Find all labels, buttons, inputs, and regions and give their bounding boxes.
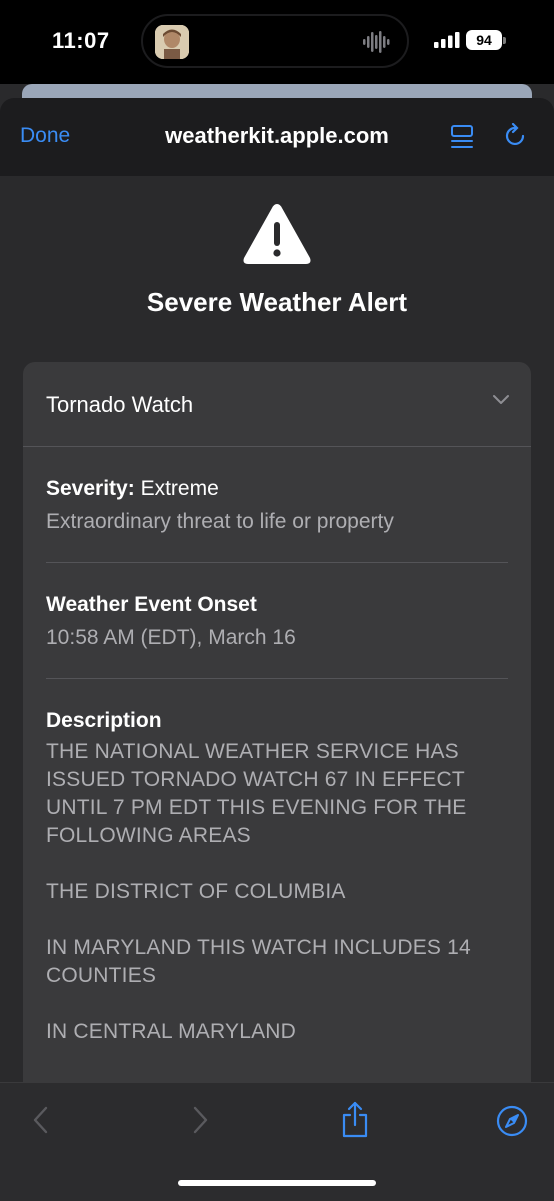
chevron-right-icon[interactable] — [191, 1105, 209, 1135]
compass-icon[interactable] — [496, 1105, 528, 1137]
description-paragraph: IN MARYLAND THIS WATCH INCLUDES 14 COUNT… — [46, 936, 471, 987]
alert-title: Severe Weather Alert — [146, 287, 408, 317]
cellular-signal-icon — [434, 32, 460, 48]
alert-card: Tornado Watch Severity: Extreme Extraord… — [23, 362, 531, 1122]
battery-level: 94 — [466, 30, 502, 50]
now-playing-artwork — [155, 25, 189, 59]
description-label: Description — [46, 709, 162, 732]
onset-label: Weather Event Onset — [46, 593, 257, 616]
severity-divider — [46, 562, 508, 563]
description-paragraph: THE NATIONAL WEATHER SERVICE HAS ISSUED … — [46, 740, 467, 847]
status-time: 11:07 — [52, 28, 110, 53]
severity-row: Severity: Extreme — [46, 477, 219, 501]
chevron-left-icon[interactable] — [32, 1105, 50, 1135]
warning-triangle-icon — [243, 204, 311, 264]
onset-value: 10:58 AM (EDT), March 16 — [46, 626, 296, 649]
onset-divider — [46, 678, 508, 679]
severity-value: Extreme — [140, 477, 219, 500]
reader-mode-icon[interactable] — [450, 124, 474, 150]
browser-nav-bar: Done weatherkit.apple.com — [0, 98, 554, 176]
reload-icon[interactable] — [504, 123, 528, 149]
chevron-down-icon[interactable] — [492, 394, 510, 406]
alert-card-header[interactable]: Tornado Watch — [23, 362, 531, 446]
header-divider — [23, 446, 531, 447]
severity-label: Severity: — [46, 477, 135, 500]
status-bar: 11:07 94 — [0, 0, 554, 84]
battery-tip — [503, 37, 506, 44]
description-text: THE NATIONAL WEATHER SERVICE HAS ISSUED … — [46, 738, 516, 1074]
description-paragraph: THE DISTRICT OF COLUMBIA — [46, 880, 346, 903]
severity-description: Extraordinary threat to life or property — [46, 510, 394, 533]
event-name: Tornado Watch — [46, 392, 194, 417]
home-indicator[interactable] — [178, 1180, 376, 1186]
description-paragraph: IN CENTRAL MARYLAND — [46, 1020, 297, 1043]
dynamic-island[interactable] — [141, 14, 409, 68]
share-icon[interactable] — [340, 1101, 370, 1139]
waveform-icon — [363, 31, 390, 53]
